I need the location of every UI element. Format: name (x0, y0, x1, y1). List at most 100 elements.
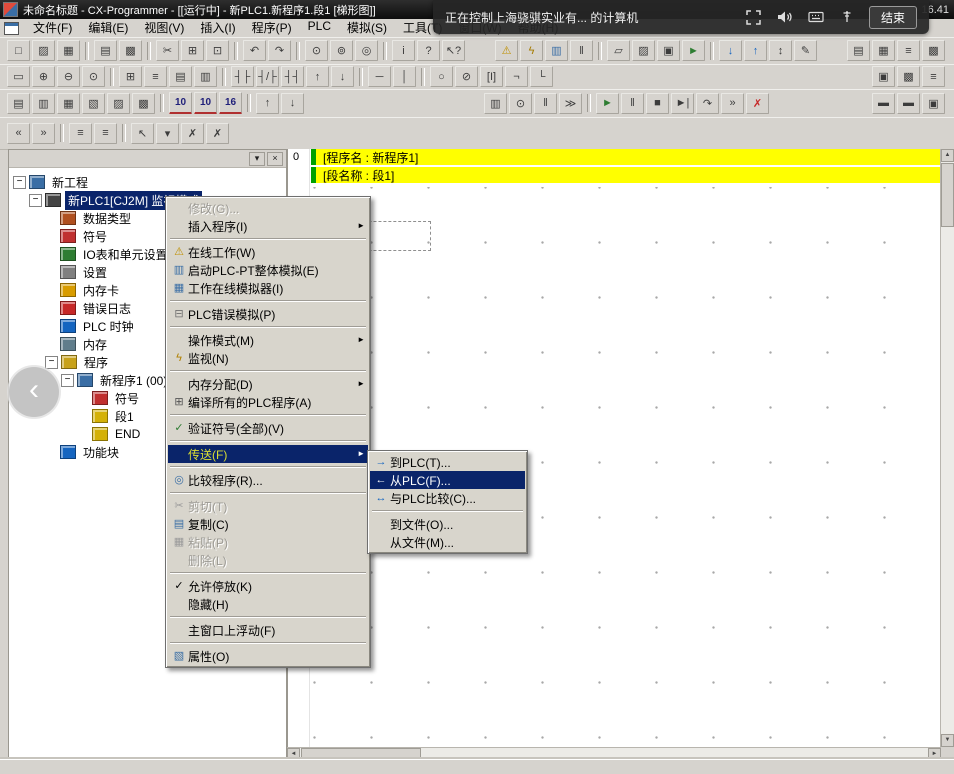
print-button[interactable]: ▤ (94, 40, 117, 61)
new-closed-coil-button[interactable]: ⊘ (455, 66, 478, 87)
symbol-bar-button[interactable]: ≡ (144, 66, 167, 87)
pointer-button[interactable]: ↖ (131, 123, 154, 144)
run-mode-button[interactable]: ► (682, 40, 705, 61)
end-session-button[interactable]: 结束 (869, 6, 917, 29)
monitor-bar-button[interactable]: ▥ (194, 66, 217, 87)
outdent-button[interactable]: « (7, 123, 30, 144)
info-button[interactable]: i (392, 40, 415, 61)
step-over-button[interactable]: ↷ (696, 93, 719, 114)
menu-item-idx24[interactable]: 删除(L) (168, 551, 368, 569)
online-edit-button[interactable]: ✎ (794, 40, 817, 61)
menu-item-compare-program-icon[interactable]: ◎比较程序(R)... (168, 471, 368, 489)
mini-b-button[interactable]: ▬ (897, 93, 920, 114)
new-coil-button[interactable]: ○ (430, 66, 453, 87)
diff-up-button[interactable]: ↑ (306, 66, 329, 87)
debug-mode-button[interactable]: ▨ (632, 40, 655, 61)
menu-item-paste-icon[interactable]: ▦粘贴(P) (168, 533, 368, 551)
help-button[interactable]: ? (417, 40, 440, 61)
signal-icon[interactable] (838, 8, 856, 26)
cross-reference-button[interactable]: ▧ (82, 93, 105, 114)
workspace-toggle-button[interactable]: ▤ (7, 93, 30, 114)
stop-button[interactable]: ■ (646, 93, 669, 114)
ladder-editor[interactable]: 0 [程序名 : 新程序1] [段名称 : 段1] (287, 149, 941, 747)
menu-item-from-plc-icon[interactable]: ←从PLC(F)... (370, 471, 525, 489)
step-run-button[interactable]: ►| (671, 93, 694, 114)
rung-comment-button[interactable]: ▤ (169, 66, 192, 87)
tree-item-label[interactable]: 数据类型 (80, 209, 134, 228)
tree-item-label[interactable]: IO表和单元设置 (80, 245, 171, 264)
panel-close-button[interactable]: × (267, 152, 283, 166)
dock-window-button[interactable]: ▩ (897, 66, 920, 87)
clock-monitor-button[interactable]: ⊙ (509, 93, 532, 114)
mdi-child-icon[interactable] (4, 22, 19, 35)
cut-button[interactable]: ✂ (156, 40, 179, 61)
redo-button[interactable]: ↷ (268, 40, 291, 61)
vertical-scrollbar[interactable]: ▲ ▼ (940, 149, 954, 747)
copy-button[interactable]: ⊞ (181, 40, 204, 61)
diff-down-button[interactable]: ↓ (331, 66, 354, 87)
menu-item-idx9[interactable]: 操作模式(M)► (168, 331, 368, 349)
next-rung-button[interactable]: ↓ (281, 93, 304, 114)
tree-item-label[interactable]: 新程序1 (00) (97, 371, 170, 390)
zoom-in-button[interactable]: ⊕ (32, 66, 55, 87)
pause-monitoring-button[interactable]: ‖ (570, 40, 593, 61)
delete-trace-button[interactable]: ✗ (181, 123, 204, 144)
tree-item-label[interactable]: PLC 时钟 (80, 317, 137, 336)
menubar-item-0[interactable]: 文件(F) (25, 17, 80, 39)
invert-button[interactable]: ¬ (505, 66, 528, 87)
undo-button[interactable]: ↶ (243, 40, 266, 61)
view-layout-b-button[interactable]: ▦ (872, 40, 895, 61)
run-button[interactable]: ► (596, 93, 619, 114)
monitor-window-button[interactable]: ▥ (484, 93, 507, 114)
tree-item-label[interactable]: 内存卡 (80, 281, 122, 300)
tree-item-label[interactable]: 设置 (80, 263, 110, 282)
download-to-plc-button[interactable]: ↓ (719, 40, 742, 61)
menu-item-idx27[interactable]: 隐藏(H) (168, 595, 368, 613)
menu-item-cut-icon[interactable]: ✂剪切(T) (168, 497, 368, 515)
vertical-scroll-thumb[interactable] (941, 163, 954, 227)
menu-item-plc-pt-simulation-icon[interactable]: ▥启动PLC-PT整体模拟(E) (168, 261, 368, 279)
menu-item-copy-icon[interactable]: ▤复制(C) (168, 515, 368, 533)
new-file-button[interactable]: □ (7, 40, 30, 61)
tree-expander-icon[interactable]: − (61, 374, 74, 387)
scroll-down-button[interactable]: ▼ (941, 734, 954, 747)
tree-item-label[interactable]: 内存 (80, 335, 110, 354)
compare-with-plc-button[interactable]: ↕ (769, 40, 792, 61)
menu-item-idx26[interactable]: ✓允许停放(K) (168, 577, 368, 595)
layers-button[interactable]: ≡ (922, 66, 945, 87)
select-tool-button[interactable]: ▭ (7, 66, 30, 87)
program-mode-button[interactable]: ▱ (607, 40, 630, 61)
work-online-button[interactable]: ⚠ (495, 40, 518, 61)
menu-item-online-simulator-icon[interactable]: ▦工作在线模拟器(I) (168, 279, 368, 297)
new-or-contact-button[interactable]: ┤┤ (281, 66, 304, 87)
menu-item-idx29[interactable]: 主窗口上浮动(F) (168, 621, 368, 639)
tree-item-label[interactable]: 符号 (80, 227, 110, 246)
search-all-button[interactable]: ◎ (355, 40, 378, 61)
menu-item-idx12[interactable]: 内存分配(D)► (168, 375, 368, 393)
tree-expander-icon[interactable]: − (29, 194, 42, 207)
zoom-out-button[interactable]: ⊖ (57, 66, 80, 87)
monitor-mode-button[interactable]: ▣ (657, 40, 680, 61)
tree-item-label[interactable]: 功能块 (80, 443, 122, 462)
menu-item-idx17[interactable]: 传送(F)► (168, 445, 368, 463)
scroll-up-button[interactable]: ▲ (941, 149, 954, 162)
menubar-item-5[interactable]: PLC (300, 17, 339, 39)
resume-monitor-button[interactable]: ≫ (559, 93, 582, 114)
tree-expander-icon[interactable]: − (45, 356, 58, 369)
panel-menu-button[interactable]: ▾ (249, 152, 265, 166)
tree-item-label[interactable]: 符号 (112, 389, 142, 408)
menu-item-to-plc-icon[interactable]: →到PLC(T)... (370, 453, 525, 471)
clear-marks-button[interactable]: ✗ (206, 123, 229, 144)
end-instruction-button[interactable]: └ (530, 66, 553, 87)
menubar-item-6[interactable]: 模拟(S) (339, 17, 395, 39)
menu-item-compare-with-plc-icon[interactable]: ↔与PLC比较(C)... (370, 489, 525, 507)
previous-rung-button[interactable]: ↑ (256, 93, 279, 114)
align-right-button[interactable]: ≡ (94, 123, 117, 144)
grid-toggle-button[interactable]: ⊞ (119, 66, 142, 87)
tree-item-label[interactable]: 新工程 (49, 173, 91, 192)
mini-c-button[interactable]: ▣ (922, 93, 945, 114)
new-contact-button[interactable]: ┤├ (231, 66, 254, 87)
toggle-monitoring-button[interactable]: ▥ (545, 40, 568, 61)
paste-button[interactable]: ⊡ (206, 40, 229, 61)
break-button[interactable]: ✗ (746, 93, 769, 114)
